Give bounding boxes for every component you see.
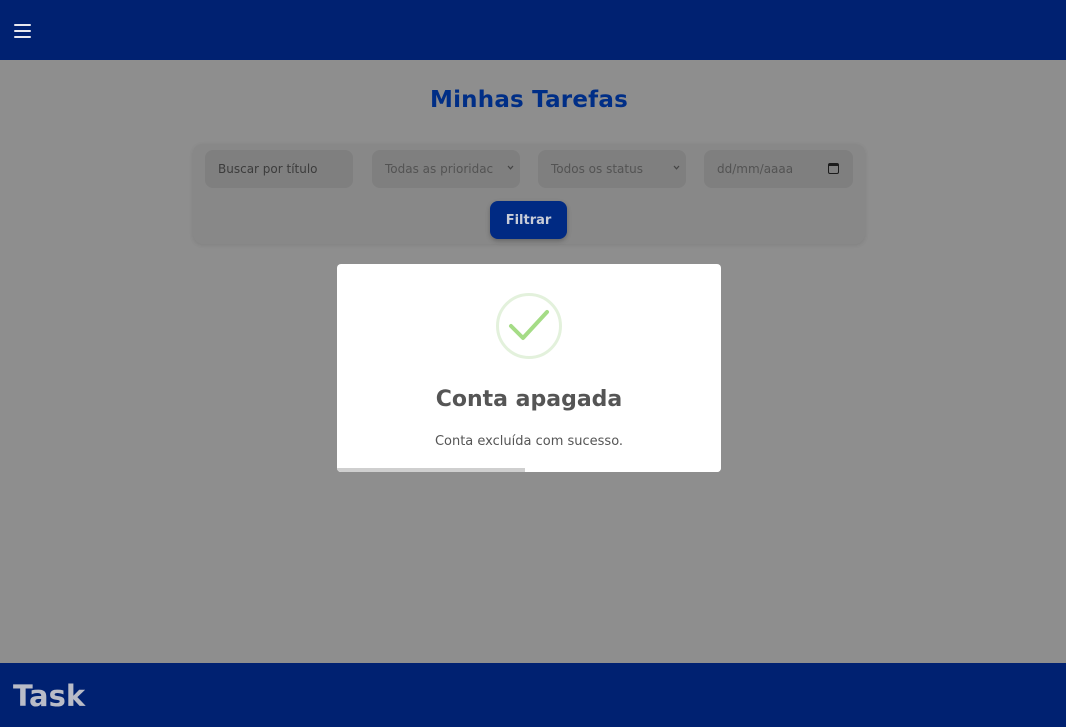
dialog-message: Conta excluída com sucesso. (434, 434, 624, 449)
hamburger-menu-icon[interactable] (12, 22, 34, 40)
page-title: Minhas Tarefas (430, 87, 628, 113)
brand-logo: Task (13, 679, 86, 713)
chevron-down-icon (507, 165, 514, 170)
filter-button[interactable]: Filtrar (490, 201, 567, 239)
top-navbar (0, 0, 1066, 60)
dialog-title: Conta apagada (435, 387, 623, 412)
date-placeholder: dd/mm/aaaa (717, 162, 794, 176)
status-select[interactable]: Todos os status (538, 150, 686, 188)
dialog-timer-fill (337, 468, 526, 472)
chevron-down-icon (673, 165, 680, 170)
search-placeholder: Buscar por título (218, 162, 318, 176)
priority-select-value: Todas as prioridac (385, 162, 494, 176)
calendar-icon[interactable] (828, 163, 839, 174)
dialog-timer-bar (337, 468, 721, 472)
priority-select[interactable]: Todas as prioridac (372, 150, 520, 188)
date-input[interactable]: dd/mm/aaaa (704, 150, 853, 188)
filter-panel: Buscar por título Todas as prioridac Tod… (193, 144, 865, 244)
check-mark-icon (509, 310, 549, 340)
status-select-value: Todos os status (551, 162, 643, 176)
search-input[interactable]: Buscar por título (205, 150, 353, 188)
footer: Task (0, 663, 1066, 727)
success-dialog: Conta apagada Conta excluída com sucesso… (337, 264, 721, 472)
